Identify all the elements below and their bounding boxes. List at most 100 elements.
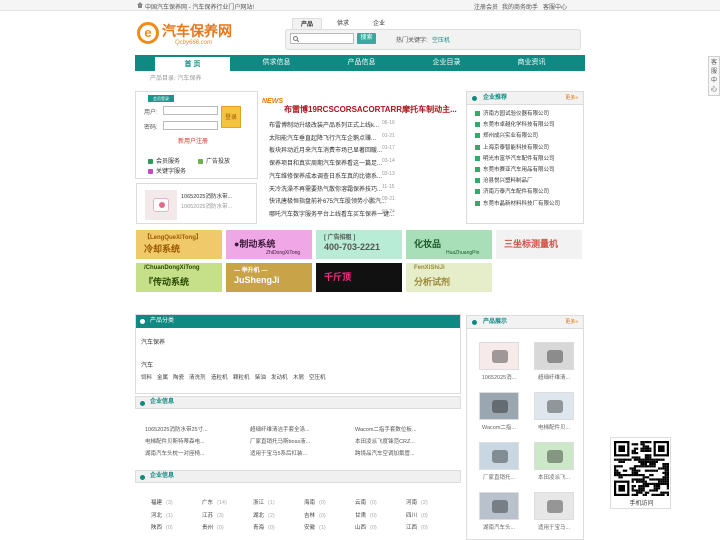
nav-home[interactable]: 首 页 bbox=[155, 55, 230, 71]
hot-keyword-link[interactable]: 空压机 bbox=[432, 35, 450, 44]
customer-service-side-tab[interactable]: 客 服 中 心 bbox=[708, 56, 720, 96]
recommended-company-item[interactable]: 济南万泰汽车配件有限公司 bbox=[475, 187, 583, 198]
region-link[interactable]: 河北 (1) bbox=[151, 511, 199, 519]
region-link[interactable]: 福建 (3) bbox=[151, 498, 199, 506]
ad-banner[interactable]: FenXiShiJi 分析试剂 bbox=[406, 263, 492, 292]
product-caption[interactable]: 10652025消... bbox=[477, 373, 521, 381]
product-showcase-more-link[interactable]: 更多» bbox=[565, 316, 578, 329]
region-link[interactable]: 江苏 (3) bbox=[202, 511, 250, 519]
region-link[interactable]: 陕西 (0) bbox=[151, 523, 199, 531]
region-link[interactable]: 四川 (0) bbox=[406, 511, 454, 519]
ad-banner[interactable]: 三坐标测量机 bbox=[496, 230, 582, 259]
product-caption[interactable]: 本田凌派飞... bbox=[532, 473, 576, 481]
category-link[interactable]: 发动机 bbox=[271, 373, 288, 381]
region-link[interactable]: 甘肃 (0) bbox=[355, 511, 403, 519]
login-button[interactable]: 登录 bbox=[221, 106, 241, 128]
region-link[interactable]: 山西 (0) bbox=[355, 523, 403, 531]
username-input[interactable] bbox=[163, 106, 218, 115]
ad-banner[interactable]: 千斤顶 bbox=[316, 263, 402, 292]
ad-banner[interactable]: [ 广告招租 ] 400-703-2221 bbox=[316, 230, 402, 259]
enterprise-info-item[interactable]: 厂家直销托马斯boss液... bbox=[250, 437, 350, 445]
business-assistant-link[interactable]: 我的商务助手 bbox=[502, 2, 538, 11]
category-link[interactable]: 金属 bbox=[157, 373, 168, 381]
keyword-service-link[interactable]: 关键字服务 bbox=[148, 166, 186, 175]
region-link[interactable]: 安徽 (1) bbox=[304, 523, 352, 531]
enterprise-info-item[interactable]: 电梯配件贝斯特蒂森电... bbox=[145, 437, 245, 445]
recommended-company-item[interactable]: 郑州成兴实业有限公司 bbox=[475, 131, 583, 142]
ad-banner[interactable]: ●制动系统 ZhiDongXiTong bbox=[226, 230, 312, 259]
category-link[interactable]: 饲料 bbox=[141, 373, 152, 381]
product-caption[interactable]: 厂家直销托... bbox=[477, 473, 521, 481]
product-thumbnail[interactable] bbox=[534, 492, 574, 520]
nav-news[interactable]: 商业资讯 bbox=[494, 55, 569, 71]
enterprise-info-item[interactable]: 适用于宝马5系后杠装... bbox=[250, 449, 350, 457]
recommended-company-item[interactable]: 东莞市卓越化学科技有限公司 bbox=[475, 120, 583, 131]
product-shape bbox=[547, 500, 563, 513]
region-link[interactable]: 云南 (0) bbox=[355, 498, 403, 506]
category-link[interactable]: 柴油 bbox=[255, 373, 266, 381]
home-icon[interactable] bbox=[137, 2, 143, 8]
region-link[interactable]: 海南 (0) bbox=[304, 498, 352, 506]
product-thumbnail[interactable] bbox=[479, 392, 519, 420]
member-service-link[interactable]: 会员服务 bbox=[148, 156, 180, 165]
region-link[interactable]: 河南 (2) bbox=[406, 498, 454, 506]
region-link[interactable]: 江西 (0) bbox=[406, 523, 454, 531]
enterprise-info-item[interactable]: 本田凌派飞度锋范CRZ... bbox=[355, 437, 455, 445]
category-group-maintenance[interactable]: 汽车保养 bbox=[141, 337, 165, 346]
search-input[interactable] bbox=[290, 33, 354, 44]
recommended-company-item[interactable]: 明光市富华汽车配件有限公司 bbox=[475, 154, 583, 165]
product-thumbnail[interactable] bbox=[534, 342, 574, 370]
service-center-link[interactable]: 客服中心 bbox=[543, 2, 567, 11]
product-thumbnail[interactable] bbox=[534, 442, 574, 470]
ad-service-link[interactable]: 广告投放 bbox=[198, 156, 230, 165]
product-caption[interactable]: Wacom二指... bbox=[477, 423, 521, 431]
product-thumbnail[interactable] bbox=[479, 492, 519, 520]
product-caption[interactable]: 超细纤维清... bbox=[532, 373, 576, 381]
news-headline[interactable]: 布雷博19RCSCORSACORTARR摩托车制动主... bbox=[284, 104, 457, 115]
recommended-company-item[interactable]: 东莞市赛亚汽车用品有限公司 bbox=[475, 165, 583, 176]
enterprise-info-item[interactable]: 湖南汽车头枕一对座椅... bbox=[145, 449, 245, 457]
ad-banner[interactable]: — 举升机 — JuShengJi bbox=[226, 263, 312, 292]
product-caption[interactable]: 适用于宝马... bbox=[532, 523, 576, 531]
category-link[interactable]: 陶瓷 bbox=[173, 373, 184, 381]
enterprise-info-item[interactable]: 超细纤维清洁手套全涤... bbox=[250, 425, 350, 433]
category-group-auto[interactable]: 汽车 bbox=[141, 360, 153, 369]
category-link[interactable]: 造粒机 bbox=[211, 373, 228, 381]
region-link[interactable]: 贵州 (0) bbox=[202, 523, 250, 531]
ad-banner[interactable]: /ChuanDongXiTong 『传动系统 bbox=[136, 263, 222, 292]
product-thumbnail[interactable] bbox=[534, 392, 574, 420]
mobile-qr-panel[interactable]: 手机访问 bbox=[610, 437, 671, 509]
enterprise-info-item[interactable]: 10652025消防水带25寸... bbox=[145, 425, 245, 433]
nav-supply[interactable]: 供求信息 bbox=[239, 55, 314, 71]
featured-product[interactable]: 10652025消防水带... 10652025消防水带... bbox=[136, 183, 257, 224]
product-thumbnail[interactable] bbox=[479, 342, 519, 370]
region-link[interactable]: 浙江 (1) bbox=[253, 498, 301, 506]
site-logo[interactable]: e 汽车保养网 Qcby666.com bbox=[137, 20, 247, 50]
region-link[interactable]: 湖北 (2) bbox=[253, 511, 301, 519]
product-caption[interactable]: 电梯配件贝... bbox=[532, 423, 576, 431]
category-link[interactable]: 木屑 bbox=[293, 373, 304, 381]
nav-products[interactable]: 产品信息 bbox=[324, 55, 399, 71]
category-link[interactable]: 空压机 bbox=[309, 373, 326, 381]
recommended-more-link[interactable]: 更多» bbox=[565, 92, 578, 105]
recommended-company-item[interactable]: 济南方园试验仪器有限公司 bbox=[475, 109, 583, 120]
recommended-company-item[interactable]: 上海京泰智能科技有限公司 bbox=[475, 143, 583, 154]
password-input[interactable] bbox=[163, 121, 218, 130]
search-button[interactable]: 搜索 bbox=[357, 33, 376, 44]
region-link[interactable]: 青海 (0) bbox=[253, 523, 301, 531]
recommended-company-item[interactable]: 东莞市晶新材料科技厂有限公司 bbox=[475, 199, 583, 210]
region-link[interactable]: 吉林 (0) bbox=[304, 511, 352, 519]
enterprise-info-item[interactable]: Wacom二指手套数位板... bbox=[355, 425, 455, 433]
category-link[interactable]: 清洗剂 bbox=[189, 373, 206, 381]
product-caption[interactable]: 湖南汽车头... bbox=[477, 523, 521, 531]
register-new-link[interactable]: 新用户注册 bbox=[178, 136, 208, 145]
region-link[interactable]: 广东 (14) bbox=[202, 498, 250, 506]
ad-banner[interactable]: 化妆品 HuaZhuangPin bbox=[406, 230, 492, 259]
enterprise-info-item[interactable]: 跨境品汽车空调加氟管... bbox=[355, 449, 455, 457]
register-link[interactable]: 注册会员 bbox=[474, 2, 498, 11]
category-link[interactable]: 颗粒机 bbox=[233, 373, 250, 381]
nav-companies[interactable]: 企业目录 bbox=[409, 55, 484, 71]
recommended-company-item[interactable]: 沧县悦兴塑料制品厂 bbox=[475, 176, 583, 187]
ad-banner[interactable]: 【LengQueXiTong】 冷却系统 bbox=[136, 230, 222, 259]
product-thumbnail[interactable] bbox=[479, 442, 519, 470]
